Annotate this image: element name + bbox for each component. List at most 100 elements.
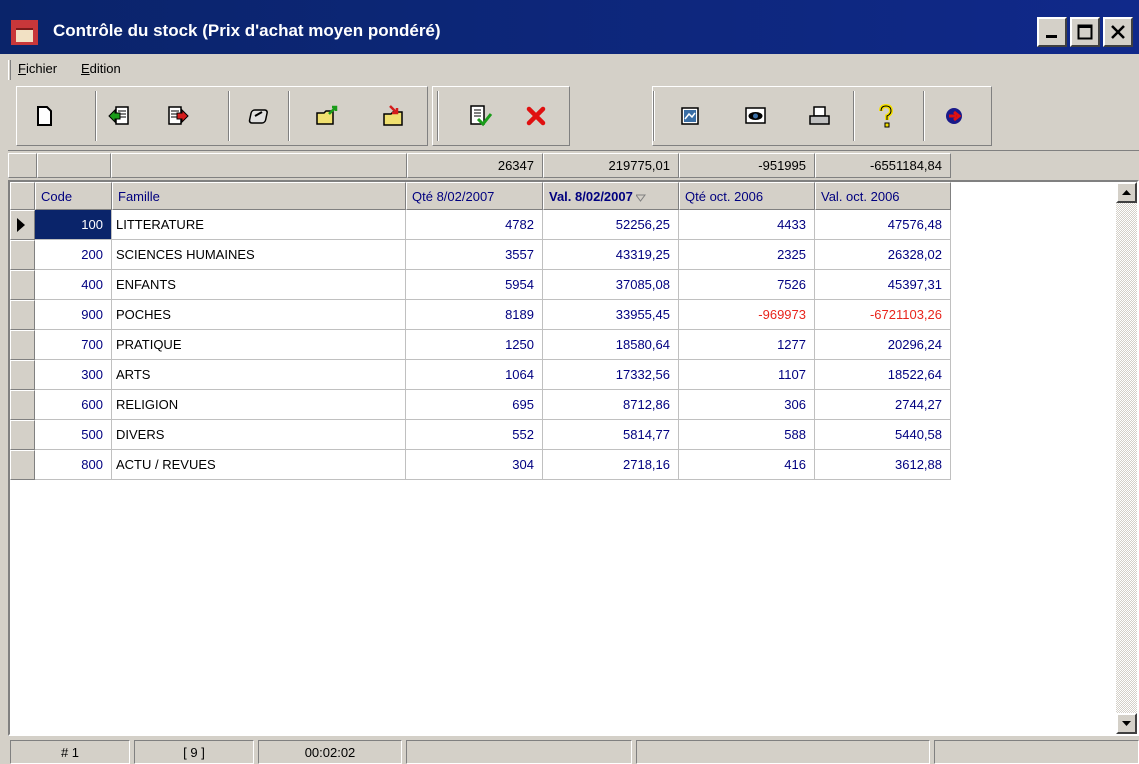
column-header-code[interactable]: Code	[35, 182, 112, 210]
minimize-button[interactable]	[1037, 17, 1067, 47]
exit-button[interactable]	[939, 101, 969, 131]
cell-val-previous[interactable]: 18522,64	[815, 360, 951, 390]
cell-famille[interactable]: SCIENCES HUMAINES	[112, 240, 406, 270]
cell-qte-current[interactable]: 4782	[406, 210, 543, 240]
cell-code[interactable]: 600	[35, 390, 112, 420]
scroll-up-button[interactable]	[1116, 182, 1137, 203]
app-icon[interactable]	[11, 20, 38, 45]
row-indicator[interactable]	[10, 420, 35, 450]
column-header-qte-previous[interactable]: Qté oct. 2006	[679, 182, 815, 210]
scroll-down-button[interactable]	[1116, 713, 1137, 734]
cell-val-previous[interactable]: 26328,02	[815, 240, 951, 270]
cell-code[interactable]: 200	[35, 240, 112, 270]
cell-famille[interactable]: ARTS	[112, 360, 406, 390]
cell-qte-previous[interactable]: 416	[679, 450, 815, 480]
print-button[interactable]	[805, 101, 835, 131]
validate-button[interactable]	[465, 101, 495, 131]
cell-code[interactable]: 400	[35, 270, 112, 300]
column-header-famille[interactable]: Famille	[112, 182, 406, 210]
cell-famille[interactable]: LITTERATURE	[112, 210, 406, 240]
cell-famille[interactable]: DIVERS	[112, 420, 406, 450]
cell-famille[interactable]: ACTU / REVUES	[112, 450, 406, 480]
cell-val-previous[interactable]: -6721103,26	[815, 300, 951, 330]
cell-val-current[interactable]: 8712,86	[543, 390, 679, 420]
total-val-current: 219775,01	[543, 153, 679, 178]
cell-val-previous[interactable]: 3612,88	[815, 450, 951, 480]
row-indicator[interactable]	[10, 210, 35, 240]
menu-fichier[interactable]: Fichier	[18, 61, 57, 76]
cell-code[interactable]: 100	[35, 210, 112, 240]
cell-qte-previous[interactable]: -969973	[679, 300, 815, 330]
row-indicator[interactable]	[10, 300, 35, 330]
status-panel	[406, 740, 632, 764]
cell-qte-previous[interactable]: 1277	[679, 330, 815, 360]
row-indicator[interactable]	[10, 240, 35, 270]
cell-code[interactable]: 500	[35, 420, 112, 450]
cell-qte-current[interactable]: 5954	[406, 270, 543, 300]
edit-button[interactable]	[243, 101, 273, 131]
open-folder-button[interactable]	[313, 101, 343, 131]
cell-val-previous[interactable]: 5440,58	[815, 420, 951, 450]
menu-grip[interactable]	[8, 60, 11, 80]
new-icon	[37, 106, 52, 126]
cell-qte-current[interactable]: 552	[406, 420, 543, 450]
row-indicator[interactable]	[10, 360, 35, 390]
cell-famille[interactable]: PRATIQUE	[112, 330, 406, 360]
cell-code[interactable]: 900	[35, 300, 112, 330]
cell-qte-current[interactable]: 8189	[406, 300, 543, 330]
cell-famille[interactable]: ENFANTS	[112, 270, 406, 300]
row-indicator[interactable]	[10, 270, 35, 300]
cell-qte-current[interactable]: 3557	[406, 240, 543, 270]
close-button[interactable]	[1103, 17, 1133, 47]
cell-val-current[interactable]: 37085,08	[543, 270, 679, 300]
menu-edition[interactable]: Edition	[81, 61, 121, 76]
cell-val-current[interactable]: 17332,56	[543, 360, 679, 390]
cell-code[interactable]: 800	[35, 450, 112, 480]
image-button[interactable]	[675, 101, 705, 131]
maximize-button[interactable]	[1070, 17, 1100, 47]
new-button[interactable]	[29, 101, 59, 131]
row-indicator[interactable]	[10, 450, 35, 480]
cell-val-current[interactable]: 52256,25	[543, 210, 679, 240]
cell-val-current[interactable]: 5814,77	[543, 420, 679, 450]
export-icon	[168, 106, 189, 125]
window-title: Contrôle du stock (Prix d'achat moyen po…	[53, 21, 441, 40]
cell-val-current[interactable]: 33955,45	[543, 300, 679, 330]
cell-qte-previous[interactable]: 588	[679, 420, 815, 450]
cell-code[interactable]: 300	[35, 360, 112, 390]
cell-val-previous[interactable]: 2744,27	[815, 390, 951, 420]
image-icon	[681, 107, 699, 125]
column-header-qte-current[interactable]: Qté 8/02/2007	[406, 182, 543, 210]
cell-qte-previous[interactable]: 2325	[679, 240, 815, 270]
column-header-val-current[interactable]: Val. 8/02/2007	[543, 182, 679, 210]
delete-button[interactable]	[521, 101, 551, 131]
cell-qte-current[interactable]: 695	[406, 390, 543, 420]
import-button[interactable]	[104, 101, 134, 131]
column-header-val-previous[interactable]: Val. oct. 2006	[815, 182, 951, 210]
cell-qte-previous[interactable]: 306	[679, 390, 815, 420]
cell-qte-previous[interactable]: 7526	[679, 270, 815, 300]
cell-famille[interactable]: RELIGION	[112, 390, 406, 420]
cell-qte-current[interactable]: 1250	[406, 330, 543, 360]
folder-export-button[interactable]	[380, 101, 410, 131]
cell-qte-previous[interactable]: 4433	[679, 210, 815, 240]
stock-grid[interactable]: Code Famille Qté 8/02/2007 Val. 8/02/200…	[8, 180, 1139, 736]
cell-val-current[interactable]: 2718,16	[543, 450, 679, 480]
cell-qte-current[interactable]: 1064	[406, 360, 543, 390]
vertical-scrollbar[interactable]	[1116, 182, 1137, 734]
cell-val-previous[interactable]: 20296,24	[815, 330, 951, 360]
cell-val-previous[interactable]: 45397,31	[815, 270, 951, 300]
cell-val-previous[interactable]: 47576,48	[815, 210, 951, 240]
help-button[interactable]	[871, 101, 901, 131]
cell-famille[interactable]: POCHES	[112, 300, 406, 330]
cell-val-current[interactable]: 43319,25	[543, 240, 679, 270]
cell-qte-previous[interactable]: 1107	[679, 360, 815, 390]
cell-qte-current[interactable]: 304	[406, 450, 543, 480]
cell-code[interactable]: 700	[35, 330, 112, 360]
cell-val-current[interactable]: 18580,64	[543, 330, 679, 360]
preview-button[interactable]	[741, 101, 771, 131]
row-indicator[interactable]	[10, 330, 35, 360]
export-button[interactable]	[163, 101, 193, 131]
row-indicator[interactable]	[10, 390, 35, 420]
toolbar-separator	[95, 91, 97, 141]
